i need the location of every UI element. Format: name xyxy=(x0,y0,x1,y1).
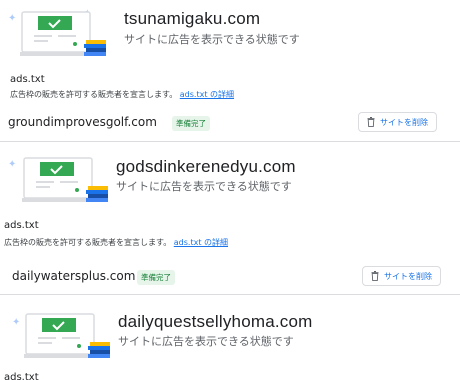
sparkle-icon: ✦ xyxy=(12,317,21,328)
ads-txt-details-link[interactable]: ads.txt の詳細 xyxy=(174,238,228,247)
delete-site-label: サイトを削除 xyxy=(380,117,428,127)
site-status-text: サイトに広告を表示できる状態です xyxy=(116,180,292,193)
sparkle-icon: ✦ xyxy=(8,159,17,170)
status-badge: 準備完了 xyxy=(172,116,210,131)
site-domain-title: dailyquestsellyhoma.com xyxy=(118,312,313,331)
laptop-check-illustration xyxy=(20,10,110,60)
ads-txt-description: 広告枠の販売を許可する販売者を宣言します。 ads.txt の詳細 xyxy=(4,237,228,248)
ads-txt-title: ads.txt xyxy=(10,74,45,85)
laptop-check-illustration xyxy=(24,312,114,362)
ads-txt-description-text: 広告枠の販売を許可する販売者を宣言します。 xyxy=(10,90,178,99)
ads-txt-description: 広告枠の販売を許可する販売者を宣言します。 ads.txt の詳細 xyxy=(10,89,234,100)
delete-site-button[interactable]: サイトを削除 xyxy=(358,112,437,132)
site-status-text: サイトに広告を表示できる状態です xyxy=(118,335,294,348)
sparkle-icon: ✦ xyxy=(8,13,17,24)
trash-icon xyxy=(367,117,375,127)
ads-txt-details-link[interactable]: ads.txt の詳細 xyxy=(180,90,234,99)
trash-icon xyxy=(371,271,379,281)
delete-site-button[interactable]: サイトを削除 xyxy=(362,266,441,286)
card-divider xyxy=(0,141,460,142)
site-domain-title: godsdinkerenedyu.com xyxy=(116,157,296,176)
ads-txt-description-text: 広告枠の販売を許可する販売者を宣言します。 xyxy=(4,238,172,247)
site-name: dailywatersplus.com xyxy=(12,269,136,283)
ads-txt-title: ads.txt xyxy=(4,372,39,380)
laptop-check-illustration xyxy=(22,156,112,206)
status-badge: 準備完了 xyxy=(137,270,175,285)
delete-site-label: サイトを削除 xyxy=(384,271,432,281)
card-divider xyxy=(0,294,460,295)
site-domain-title: tsunamigaku.com xyxy=(124,9,261,28)
site-status-text: サイトに広告を表示できる状態です xyxy=(124,33,300,46)
ads-txt-title: ads.txt xyxy=(4,220,39,231)
site-name: groundimprovesgolf.com xyxy=(8,115,157,129)
